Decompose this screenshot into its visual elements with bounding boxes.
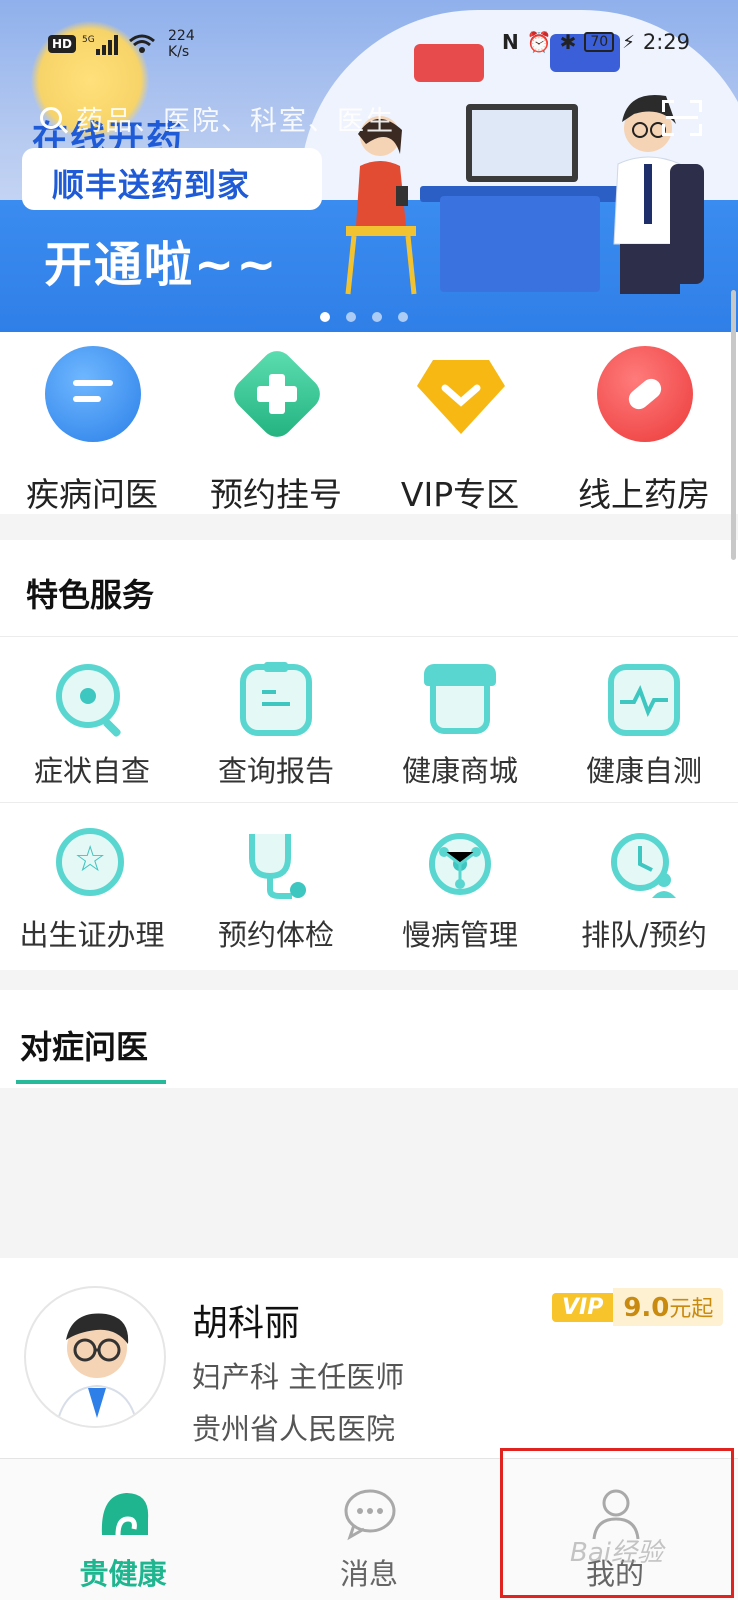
clock-time: 2:29 (642, 30, 690, 54)
app-screen: 在线开药 顺丰送药到家 开通啦~~ HD 5G 224 K/s N ⏰ ✱ 70… (0, 0, 738, 1600)
service-birth-certificate[interactable]: ☆ 出生证办理 (0, 804, 184, 964)
heartbeat-icon (608, 664, 680, 736)
message-icon (342, 1485, 398, 1541)
cellular-signal-icon: 5G (82, 35, 119, 55)
quick-entry-online-pharmacy[interactable]: 线上药房 (552, 332, 736, 514)
featured-services-section: 特色服务 症状自查 查询报告 健康商城 健康自测 ☆ 出生证办理 预约体检 慢病… (0, 540, 738, 970)
doctor-name: 胡科丽 (192, 1303, 301, 1344)
network-speed: 224 K/s (168, 28, 195, 60)
tab-active-indicator (16, 1080, 166, 1084)
doctor-card[interactable]: 胡科丽 妇产科 主任医师 贵州省人民医院 VIP 9.0元起 (0, 1258, 738, 1458)
bluetooth-icon: ✱ (559, 30, 577, 54)
svg-text:5G: 5G (82, 35, 95, 45)
vip-price-tag: VIP 9.0元起 (552, 1288, 724, 1326)
search-bar[interactable]: 药品、医院、科室、医生 (40, 96, 560, 140)
pagination-dot-active[interactable] (320, 312, 330, 322)
service-label: 健康自测 (585, 754, 702, 788)
quick-entry-label: VIP专区 (400, 475, 520, 514)
service-label: 查询报告 (217, 754, 334, 788)
home-logo-icon (96, 1485, 152, 1541)
status-left: HD 5G 224 K/s (48, 28, 195, 60)
price-suffix: 元起 (669, 1297, 714, 1322)
doctor-hospital: 贵州省人民医院 (192, 1412, 396, 1446)
service-health-selftest[interactable]: 健康自测 (552, 640, 736, 800)
banner-subtitle: 顺丰送药到家 (52, 166, 251, 204)
stethoscope-icon (240, 828, 312, 900)
plus-cross-icon (227, 344, 327, 444)
quick-entry-label: 线上药房 (578, 475, 710, 514)
charging-icon: ⚡ (622, 31, 635, 53)
desk-illustration (440, 196, 600, 292)
banner-headline: 开通啦~~ (44, 237, 279, 293)
hd-badge: HD (48, 35, 77, 53)
clock-person-icon (608, 828, 680, 900)
banner-pagination (320, 312, 408, 322)
pill-icon (597, 346, 693, 442)
vip-badge: VIP (552, 1292, 614, 1322)
service-label: 症状自查 (33, 754, 150, 788)
service-chronic-management[interactable]: 慢病管理 (368, 804, 552, 964)
quick-entry-appointment[interactable]: 预约挂号 (184, 332, 368, 514)
quick-entry-grid: 疾病问医 预约挂号 VIP专区 线上药房 (0, 332, 738, 514)
quick-entry-label: 疾病问医 (26, 475, 158, 514)
service-label: 排队/预约 (581, 918, 707, 952)
quick-entry-disease-consult[interactable]: 疾病问医 (0, 332, 184, 514)
tab-symptom-consult[interactable]: 对症问医 (20, 1022, 148, 1068)
network-icon (424, 828, 496, 900)
highlight-annotation-box (500, 1448, 734, 1598)
clipboard-icon (240, 662, 312, 736)
pagination-dot[interactable] (398, 312, 408, 322)
scrollbar[interactable] (731, 290, 736, 560)
pagination-dot[interactable] (372, 312, 382, 322)
service-report-query[interactable]: 查询报告 (184, 640, 368, 800)
search-placeholder: 药品、医院、科室、医生 (76, 105, 395, 137)
nfc-icon: N (501, 30, 519, 54)
alarm-icon: ⏰ (526, 30, 552, 54)
consult-price: 9.0元起 (613, 1288, 724, 1326)
nav-item-home[interactable]: 贵健康 (0, 1459, 246, 1600)
nav-label: 贵健康 (79, 1557, 167, 1591)
service-checkup-booking[interactable]: 预约体检 (184, 804, 368, 964)
status-right: N ⏰ ✱ 70 ⚡ 2:29 (502, 30, 690, 54)
symptom-consult-header: 对症问医 (0, 990, 738, 1088)
service-health-mall[interactable]: 健康商城 (368, 640, 552, 800)
nav-label: 消息 (339, 1557, 398, 1591)
magnifier-icon (56, 664, 128, 738)
chat-bubble-icon (45, 346, 141, 442)
quick-entry-label: 预约挂号 (210, 475, 342, 514)
service-label: 慢病管理 (401, 918, 518, 952)
service-queue-booking[interactable]: 排队/预约 (552, 804, 736, 964)
nav-item-messages[interactable]: 消息 (246, 1459, 492, 1600)
network-speed-unit: K/s (168, 44, 190, 60)
divider (0, 802, 738, 803)
search-icon (40, 107, 62, 129)
scan-icon[interactable] (662, 100, 702, 136)
battery-icon: 70 (584, 32, 615, 52)
vip-chevron-icon (413, 346, 509, 442)
status-bar: HD 5G 224 K/s N ⏰ ✱ 70 ⚡ 2:29 (0, 20, 738, 64)
wifi-icon (129, 34, 155, 53)
shop-icon (424, 664, 496, 736)
service-label: 预约体检 (217, 918, 334, 952)
star-badge-icon: ☆ (56, 828, 128, 900)
pagination-dot[interactable] (346, 312, 356, 322)
service-label: 出生证办理 (19, 918, 165, 952)
service-symptom-check[interactable]: 症状自查 (0, 640, 184, 800)
network-speed-value: 224 (168, 28, 195, 44)
price-value: 9.0 (623, 1293, 670, 1323)
divider (0, 636, 738, 637)
section-title: 特色服务 (26, 576, 155, 614)
quick-entry-vip[interactable]: VIP专区 (368, 332, 552, 514)
doctor-department-title: 妇产科 主任医师 (192, 1360, 405, 1394)
avatar (24, 1286, 166, 1428)
service-label: 健康商城 (401, 754, 518, 788)
